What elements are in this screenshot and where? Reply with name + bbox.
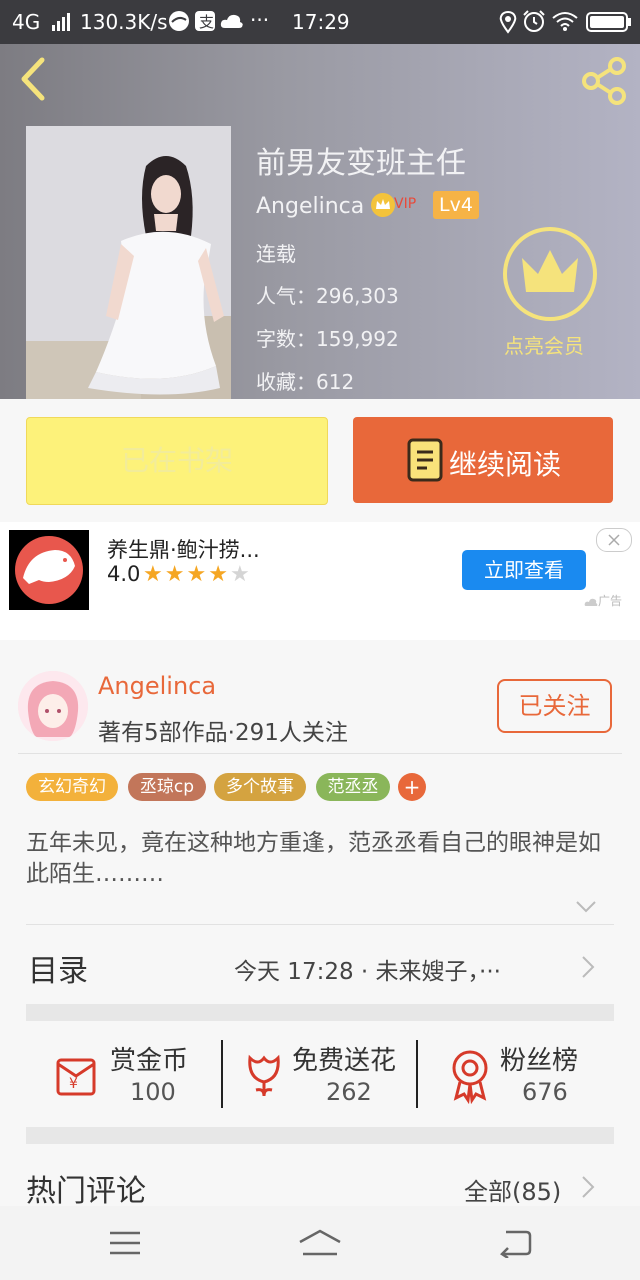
divider — [18, 753, 622, 754]
svg-text:支: 支 — [199, 13, 214, 31]
battery-icon — [586, 11, 632, 38]
book-cover[interactable] — [26, 126, 231, 399]
author-name[interactable]: Angelinca — [98, 672, 216, 700]
pay-icon: 支 — [194, 10, 216, 37]
author-info: 著有5部作品·291人关注 — [98, 720, 348, 746]
reward-count: 100 — [130, 1078, 176, 1106]
all-comments-link[interactable]: 全部(85) — [464, 1172, 561, 1207]
level-badge: Lv4 — [433, 191, 479, 219]
network-indicator: 4G — [12, 10, 41, 34]
book-word-count: 字数：159,992 — [256, 327, 399, 351]
synopsis: 五年未见，竟在这种地方重逢，范丞丞看自己的眼神是如此陌生……… — [26, 830, 601, 887]
cloud-icon — [220, 11, 244, 36]
star-filled-icon: ★ — [164, 562, 185, 587]
chevron-right-icon[interactable] — [580, 1174, 596, 1200]
member-label: 点亮会员 — [504, 334, 584, 358]
network-speed: 130.3K/s — [80, 10, 168, 34]
flower-icon — [248, 1054, 280, 1097]
alarm-icon — [522, 9, 546, 38]
author-avatar[interactable] — [18, 671, 88, 741]
star-filled-icon: ★ — [208, 562, 228, 587]
status-bar: 4G 130.3K/s 支 ··· 17:29 — [0, 0, 640, 44]
ad-cta-button[interactable]: 立即查看 — [462, 550, 586, 590]
ad-label: 广告 — [584, 592, 622, 609]
tag-item[interactable]: 多个故事 — [214, 773, 306, 801]
reward-label: 赏金币 — [110, 1046, 189, 1076]
fan-ranking-button[interactable]: 粉丝榜 676 — [440, 1036, 620, 1110]
catalog-label: 目录 — [28, 954, 88, 989]
tag-item[interactable]: 范丞丞 — [316, 773, 390, 801]
ad-title: 养生鼎·鲍汁捞... — [107, 538, 260, 562]
back-nav-icon[interactable] — [498, 1228, 532, 1258]
chevron-right-icon — [582, 956, 595, 978]
ad-banner[interactable]: 养生鼎·鲍汁捞... 4.0 ★★★★★ 立即查看 广告 — [0, 522, 640, 640]
continue-reading-label: 继续阅读 — [449, 448, 562, 481]
menu-icon[interactable] — [108, 1230, 142, 1256]
more-notifications: ··· — [250, 8, 270, 32]
fan-ranking-count: 676 — [522, 1078, 568, 1106]
book-title: 前男友变班主任 — [256, 146, 466, 181]
rating-stars: ★★★★★ — [143, 562, 252, 587]
tag-item[interactable]: 玄幻奇幻 — [26, 773, 118, 801]
gift-envelope-icon: ¥ — [56, 1058, 96, 1096]
tag-item[interactable]: 丞琼cp — [128, 773, 206, 801]
flower-count: 262 — [326, 1078, 372, 1106]
divider — [26, 924, 614, 925]
signal-icon — [52, 12, 72, 36]
continue-reading-button[interactable]: 继续阅读 — [353, 417, 613, 503]
divider — [221, 1040, 223, 1108]
fan-ranking-label: 粉丝榜 — [500, 1046, 579, 1076]
expand-chevron-icon[interactable] — [574, 898, 598, 916]
star-empty-icon: ★ — [229, 562, 250, 587]
ad-close-icon[interactable] — [596, 528, 632, 552]
ad-rating: 4.0 — [107, 562, 141, 586]
section-separator — [26, 1127, 614, 1144]
book-author[interactable]: Angelinca — [256, 194, 364, 219]
book-status: 连载 — [256, 242, 296, 266]
flower-label: 免费送花 — [292, 1046, 397, 1076]
ad-logo — [9, 530, 89, 610]
bookshelf-button[interactable]: 已在书架 — [26, 417, 328, 505]
book-favorites: 收藏：612 — [256, 370, 355, 394]
system-nav-bar — [0, 1206, 640, 1280]
divider — [416, 1040, 418, 1108]
reward-coins-button[interactable]: ¥ 赏金币 100 — [40, 1036, 220, 1110]
star-filled-icon: ★ — [143, 562, 163, 587]
catalog-row[interactable]: 目录 今天 17:28 · 未来嫂子，··· — [26, 944, 614, 990]
crown-icon — [503, 227, 597, 321]
section-separator — [26, 1004, 614, 1021]
vip-badge: VIP — [370, 191, 424, 219]
catalog-latest-chapter: 今天 17:28 · 未来嫂子，··· — [234, 959, 501, 985]
home-icon[interactable] — [297, 1228, 343, 1258]
wifi-icon — [552, 11, 578, 36]
app-icon — [168, 10, 190, 37]
hot-comments-header: 热门评论 全部(85) — [26, 1162, 614, 1209]
send-flower-button[interactable]: 免费送花 262 — [236, 1036, 416, 1110]
member-button[interactable]: 点亮会员 — [500, 226, 600, 360]
medal-icon — [452, 1050, 488, 1104]
book-popularity: 人气：296,303 — [256, 284, 399, 308]
back-button[interactable] — [14, 54, 54, 104]
location-icon — [498, 10, 518, 39]
add-tag-button[interactable]: + — [398, 773, 426, 801]
hot-comments-label: 热门评论 — [26, 1174, 146, 1209]
svg-text:¥: ¥ — [69, 1076, 78, 1092]
book-icon — [407, 438, 443, 482]
share-icon[interactable] — [580, 56, 630, 106]
clock: 17:29 — [292, 10, 350, 34]
star-filled-icon: ★ — [186, 562, 207, 587]
book-header: 前男友变班主任 Angelinca VIP Lv4 连载 人气：296,303 … — [0, 44, 640, 399]
follow-button[interactable]: 已关注 — [497, 679, 612, 733]
